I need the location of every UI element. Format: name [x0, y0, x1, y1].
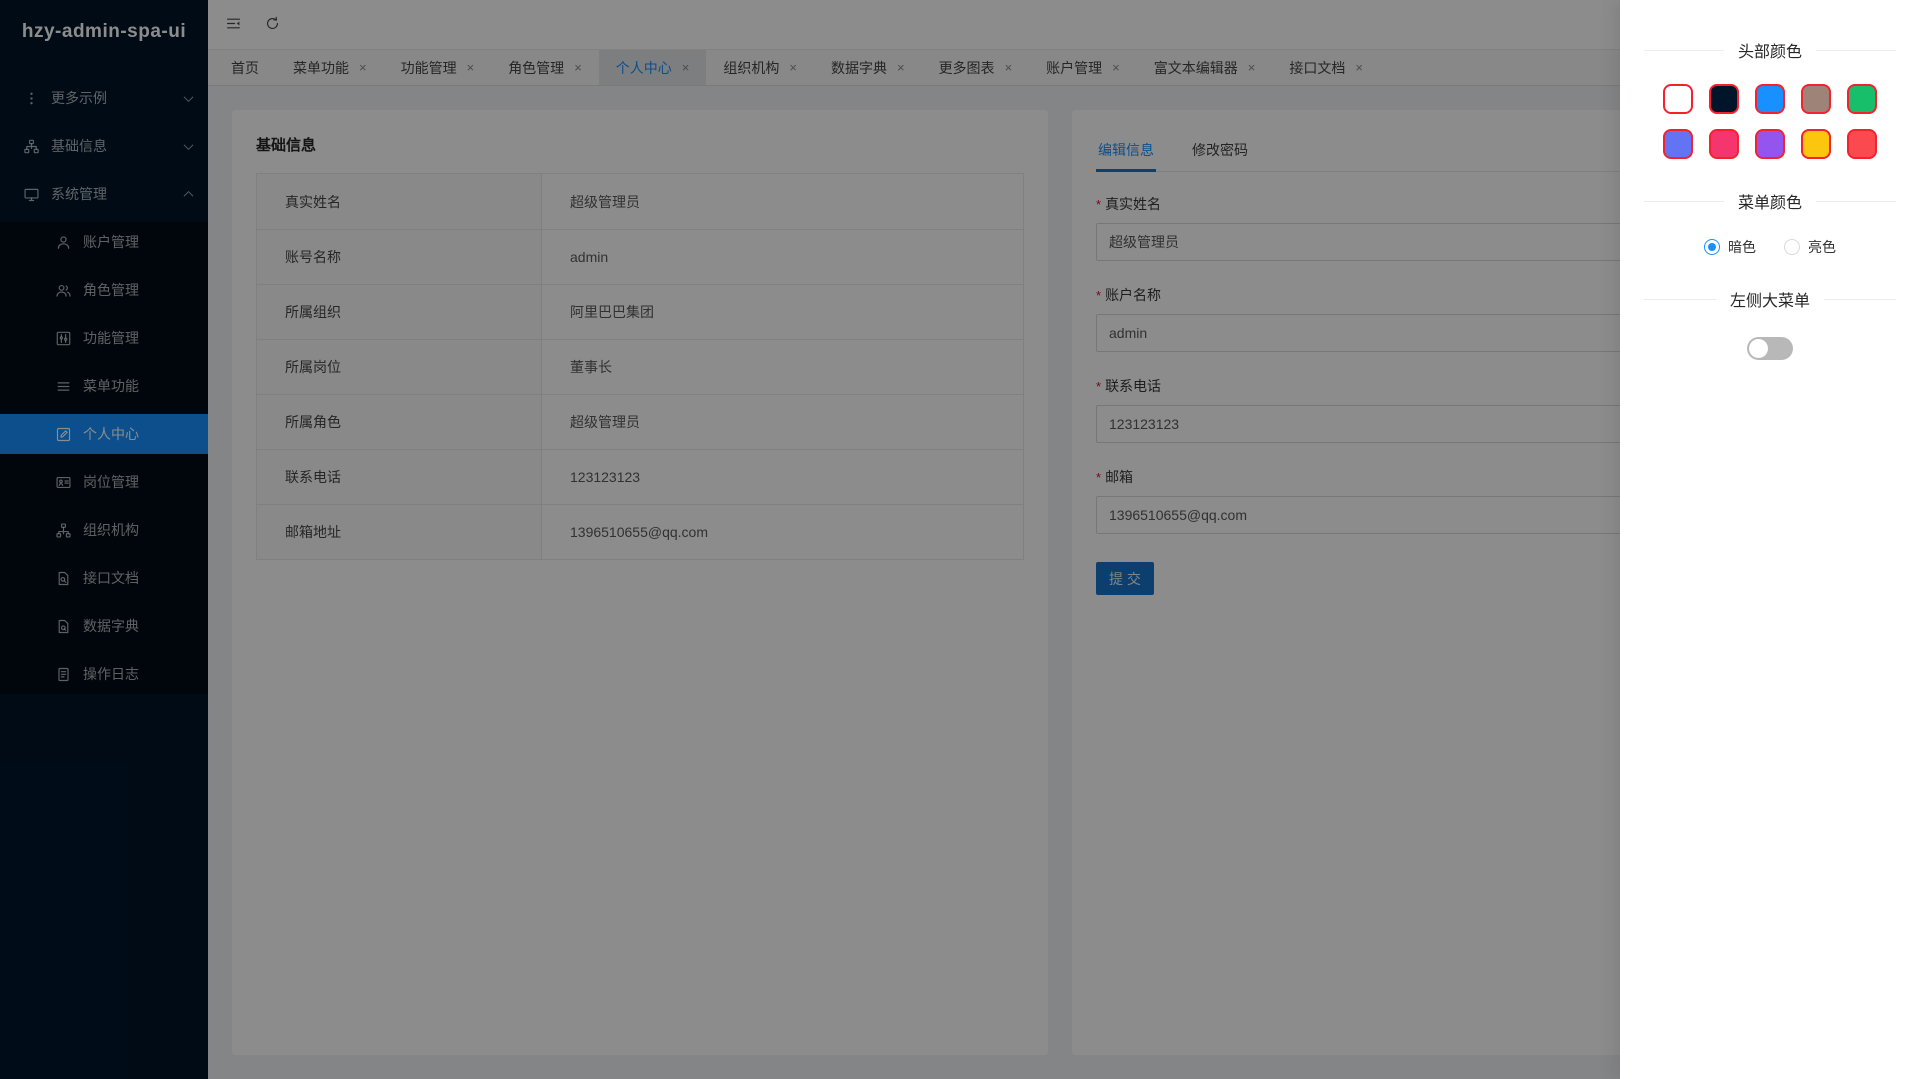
header-color-swatch-7[interactable]: [1709, 129, 1739, 159]
big-menu-section-divider: 左侧大菜单: [1620, 287, 1920, 311]
radio-label: 暗色: [1728, 237, 1756, 257]
big-menu-title: 左侧大菜单: [1716, 287, 1824, 311]
big-menu-toggle-wrap: [1620, 337, 1920, 360]
header-color-swatch-6[interactable]: [1663, 129, 1693, 159]
menu-color-title: 菜单颜色: [1724, 189, 1816, 213]
app-root: hzy-admin-spa-ui 更多示例基础信息系统管理账户管理角色管理功能管…: [0, 0, 1920, 1079]
settings-drawer: 头部颜色 菜单颜色 暗色 亮色 左侧大菜单: [1620, 0, 1920, 1079]
header-color-swatch-10[interactable]: [1847, 129, 1877, 159]
toggle-knob: [1749, 339, 1768, 358]
menu-color-section-divider: 菜单颜色: [1620, 189, 1920, 213]
header-color-swatch-1[interactable]: [1663, 84, 1693, 114]
big-menu-toggle[interactable]: [1747, 337, 1793, 360]
header-color-section-divider: 头部颜色: [1620, 38, 1920, 62]
radio-circle-icon: [1704, 239, 1720, 255]
header-color-swatch-5[interactable]: [1847, 84, 1877, 114]
header-color-swatches: [1620, 84, 1920, 159]
header-color-swatch-3[interactable]: [1755, 84, 1785, 114]
menu-color-radio-dark[interactable]: 暗色: [1704, 237, 1756, 257]
menu-color-radio-light[interactable]: 亮色: [1784, 237, 1836, 257]
header-color-title: 头部颜色: [1724, 38, 1816, 62]
radio-label: 亮色: [1808, 237, 1836, 257]
header-color-swatch-9[interactable]: [1801, 129, 1831, 159]
header-color-swatch-2[interactable]: [1709, 84, 1739, 114]
radio-circle-icon: [1784, 239, 1800, 255]
header-color-swatch-8[interactable]: [1755, 129, 1785, 159]
menu-color-options: 暗色 亮色: [1620, 237, 1920, 257]
header-color-swatch-4[interactable]: [1801, 84, 1831, 114]
